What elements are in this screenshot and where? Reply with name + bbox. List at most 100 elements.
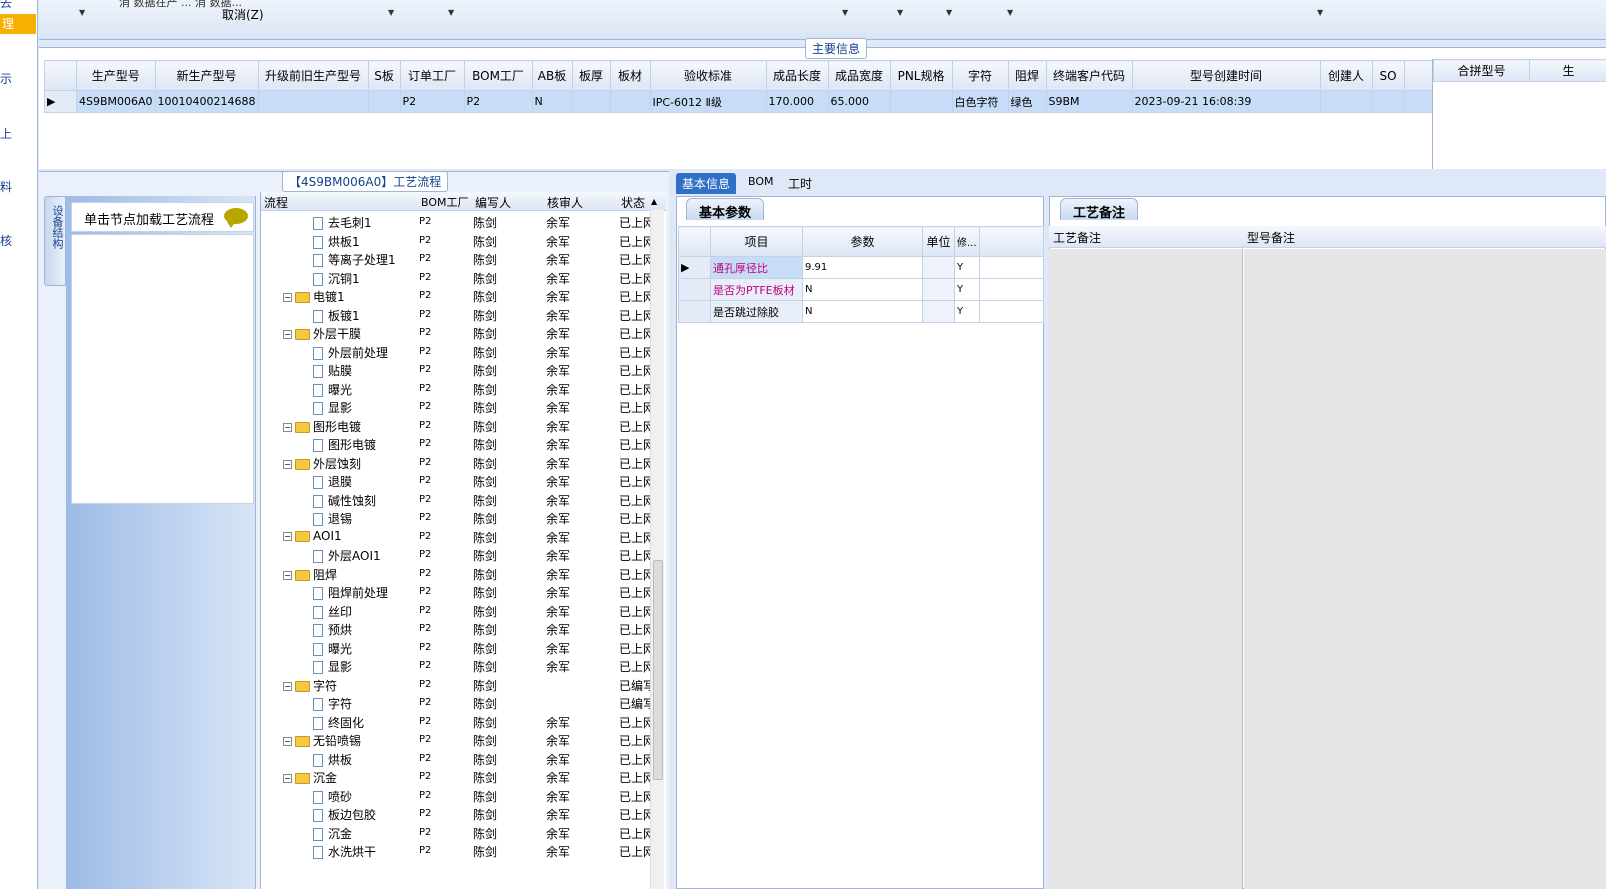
tab-work-hours[interactable]: 工时 [782,173,818,194]
col-header[interactable]: 阻焊 [1007,60,1047,91]
param-value-cell[interactable]: N [802,300,923,323]
col-header[interactable]: PNL规格 [889,60,953,91]
tab-bom[interactable]: BOM [742,173,780,194]
col-header[interactable]: BOM工厂 [421,194,469,210]
cell[interactable]: IPC-6012 Ⅱ级 [649,90,767,113]
chevron-down-icon[interactable]: ▼ [79,8,85,17]
cell[interactable]: S9BM [1045,90,1133,113]
nav-item-2[interactable]: 示 [0,70,36,87]
col-header[interactable]: BOM工厂 [463,60,533,91]
process-notes-field[interactable] [1049,249,1243,889]
table-row[interactable]: ▶ 通孔厚径比 9.91 Y [678,256,1044,279]
tab-device-structure[interactable]: 设备结构 [44,196,66,286]
param-item-cell[interactable]: 是否为PTFE板材 [710,278,803,301]
tree-row[interactable]: 板镀1 P2 陈剑 余军 已上网 [261,305,666,324]
col-header[interactable]: 成品长度 [765,60,829,91]
col-header[interactable]: 工艺备注 [1053,229,1101,246]
tree-row[interactable]: − 电镀1 P2 陈剑 余军 已上网 [261,286,666,305]
tree-row[interactable]: − 沉金 P2 陈剑 余军 已上网 [261,767,666,786]
cell[interactable]: 绿色 [1007,90,1047,113]
collapse-icon[interactable]: − [283,681,292,691]
col-header[interactable]: 项目 [710,226,803,257]
collapse-icon[interactable]: − [283,422,292,432]
collapse-icon[interactable]: − [283,531,292,541]
col-header[interactable]: 单位 [922,226,955,257]
col-header[interactable]: 型号备注 [1247,229,1295,246]
cell[interactable]: 65.000 [827,90,891,113]
col-header[interactable]: 编写人 [475,194,511,211]
tree-row[interactable]: − 阻焊 P2 陈剑 余军 已上网 [261,564,666,583]
col-header[interactable]: AB板 [531,60,573,91]
collapse-icon[interactable]: − [283,570,292,580]
tree-row[interactable]: 喷砂 P2 陈剑 余军 已上网 [261,786,666,805]
param-unit-cell[interactable] [922,256,955,279]
tree-scrollbar[interactable] [650,210,664,889]
cell[interactable]: P2 [399,90,465,113]
nav-item-3[interactable]: 上 [0,125,36,142]
cell[interactable] [978,278,1044,301]
col-header[interactable]: 生产型号 [76,60,156,91]
cell[interactable] [978,300,1044,323]
nav-item-0[interactable]: 去 [0,0,36,11]
chevron-down-icon[interactable]: ▼ [897,8,903,17]
row-indicator-icon[interactable]: ▶ [44,90,77,113]
model-notes-field[interactable] [1244,249,1606,889]
cell[interactable] [978,256,1044,279]
nav-item-selected[interactable]: 理 [0,14,36,34]
collapse-icon[interactable]: − [283,774,292,783]
tree-row[interactable]: − 无铅喷锡 P2 陈剑 余军 已上网 [261,730,666,749]
cell[interactable]: 170.000 [765,90,829,113]
tree-row[interactable]: 曝光 P2 陈剑 余军 已上网 [261,638,666,657]
col-header[interactable]: 字符 [951,60,1009,91]
col-header[interactable]: 生 [1529,59,1606,82]
row-indicator-icon[interactable] [678,300,711,323]
cancel-button[interactable]: 取消(Z) [222,6,264,23]
cell[interactable] [257,90,369,113]
tree-row[interactable]: 外层前处理 P2 陈剑 余军 已上网 [261,342,666,361]
tree-row[interactable]: 贴膜 P2 陈剑 余军 已上网 [261,360,666,379]
tree-row[interactable]: 退锡 P2 陈剑 余军 已上网 [261,508,666,527]
scroll-up-icon[interactable]: ▲ [651,197,657,206]
tree-row[interactable]: − 图形电镀 P2 陈剑 余军 已上网 [261,416,666,435]
tree-row[interactable]: 板边包胶 P2 陈剑 余军 已上网 [261,804,666,823]
tree-row[interactable]: 退膜 P2 陈剑 余军 已上网 [261,471,666,490]
param-mod-cell[interactable]: Y [954,256,980,279]
cell[interactable]: 4S9BM006A0 [76,90,156,113]
table-row[interactable]: ▶ 4S9BM006A0 10010400214688 P2 P2 N IPC-… [44,90,1447,113]
tree-row[interactable]: 等离子处理1 P2 陈剑 余军 已上网 [261,249,666,268]
tree-row[interactable]: 碱性蚀刻 P2 陈剑 余军 已上网 [261,490,666,509]
tree-row[interactable]: 烘板 P2 陈剑 余军 已上网 [261,749,666,768]
table-row[interactable]: 是否为PTFE板材 N Y [678,278,1044,301]
cell[interactable]: P2 [463,90,533,113]
chevron-down-icon[interactable]: ▼ [946,8,952,17]
col-header[interactable]: 型号创建时间 [1131,60,1321,91]
param-item-cell[interactable]: 是否跳过除胶 [710,300,803,323]
tree-row[interactable]: 曝光 P2 陈剑 余军 已上网 [261,379,666,398]
collapse-icon[interactable]: − [283,330,292,339]
table-row[interactable]: 是否跳过除胶 N Y [678,300,1044,323]
tree-row[interactable]: 显影 P2 陈剑 余军 已上网 [261,397,666,416]
row-indicator-icon[interactable] [678,278,711,301]
collapse-icon[interactable]: − [283,737,292,746]
chevron-down-icon[interactable]: ▼ [388,8,394,17]
col-header[interactable]: 新生产型号 [154,60,259,91]
cell[interactable] [609,90,651,113]
cell[interactable] [889,90,953,113]
col-header[interactable]: 创建人 [1319,60,1373,91]
tree-row[interactable]: 水洗烘干 P2 陈剑 余军 已上网 [261,841,666,860]
col-header[interactable]: 板材 [609,60,651,91]
subtab-process-notes[interactable]: 工艺备注 [1060,198,1139,221]
collapse-icon[interactable]: − [283,459,292,469]
col-header[interactable]: 终端客户代码 [1045,60,1133,91]
tree-row[interactable]: 烘板1 P2 陈剑 余军 已上网 [261,231,666,250]
cell[interactable] [367,90,401,113]
tree-row[interactable]: − 字符 P2 陈剑 已编写 [261,675,666,694]
nav-item-4[interactable]: 料 [0,178,36,195]
cell[interactable]: 10010400214688 [154,90,259,113]
param-unit-cell[interactable] [922,278,955,301]
col-header[interactable]: S板 [367,60,401,91]
tree-row[interactable]: 图形电镀 P2 陈剑 余军 已上网 [261,434,666,453]
scrollbar-thumb[interactable] [653,560,663,780]
cell[interactable]: N [531,90,573,113]
param-mod-cell[interactable]: Y [954,300,980,323]
